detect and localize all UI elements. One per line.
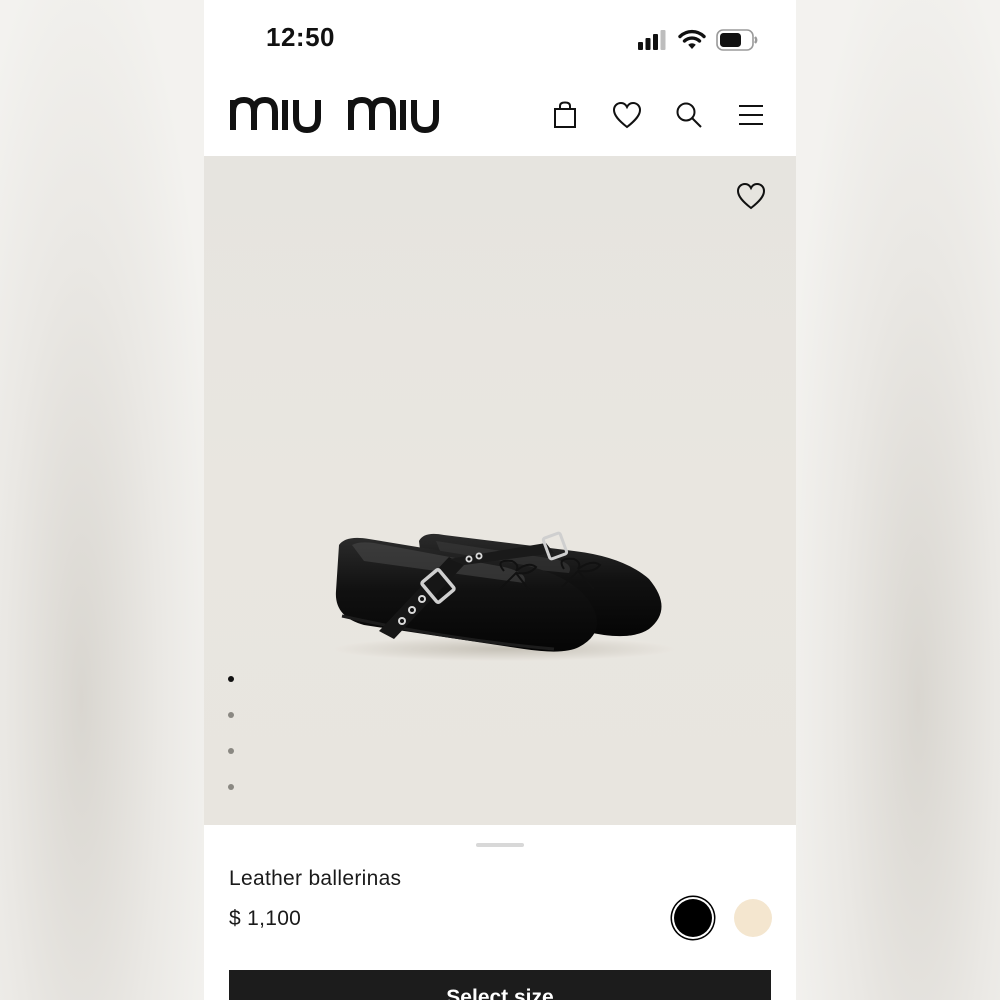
product-info-sheet: Leather ballerinas $ 1,100 Select size	[204, 825, 796, 1000]
color-swatch-cream[interactable]	[734, 899, 772, 937]
select-size-button[interactable]: Select size	[229, 970, 771, 1000]
wifi-icon	[678, 29, 706, 49]
gallery-dot[interactable]	[228, 784, 234, 790]
color-swatches	[674, 899, 772, 937]
background-right	[796, 0, 1000, 1000]
gallery-dot[interactable]	[228, 712, 234, 718]
product-gallery[interactable]	[204, 156, 796, 825]
status-icons	[638, 26, 758, 54]
gallery-dot[interactable]	[228, 676, 234, 682]
site-header	[204, 78, 796, 156]
cellular-signal-icon	[638, 30, 666, 50]
product-image	[324, 521, 684, 666]
phone-screen: 12:50 Leather ballerinas $ 1,100 Select …	[204, 0, 796, 1000]
brand-logo[interactable]	[230, 94, 456, 139]
menu-icon[interactable]	[734, 98, 768, 132]
search-icon[interactable]	[672, 98, 706, 132]
gallery-dot[interactable]	[228, 748, 234, 754]
status-time: 12:50	[266, 22, 335, 52]
header-actions	[548, 98, 768, 132]
status-bar: 12:50	[204, 0, 796, 78]
product-price: $ 1,100	[229, 907, 302, 930]
sheet-drag-handle[interactable]	[476, 843, 524, 847]
battery-icon	[716, 29, 758, 51]
heart-icon[interactable]	[610, 98, 644, 132]
color-swatch-black[interactable]	[674, 899, 712, 937]
add-to-wishlist-heart-icon[interactable]	[736, 182, 770, 216]
product-name: Leather ballerinas	[229, 867, 402, 890]
shopping-bag-icon[interactable]	[548, 98, 582, 132]
background-left	[0, 0, 204, 1000]
gallery-pagination	[228, 676, 234, 790]
